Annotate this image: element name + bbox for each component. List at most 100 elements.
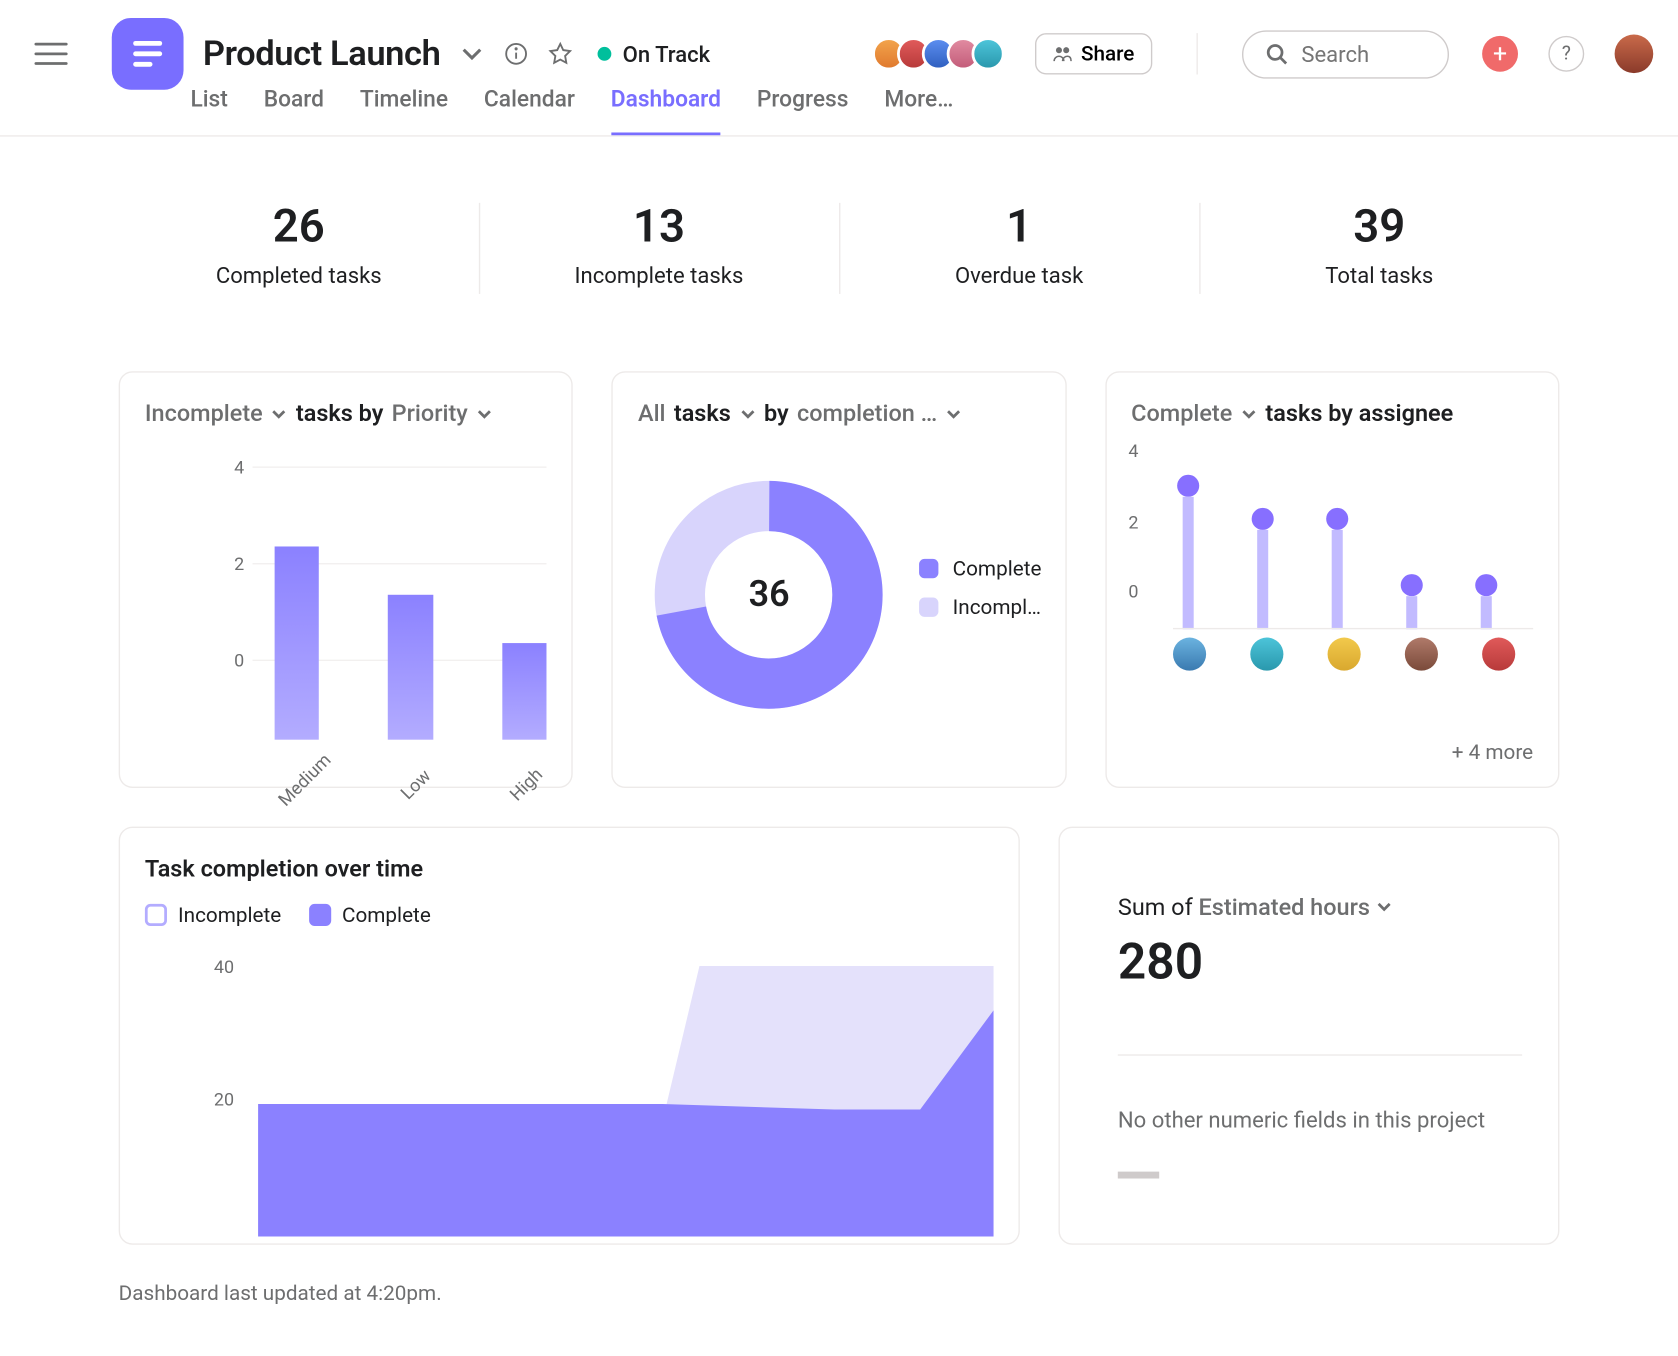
chevron-down-icon[interactable] xyxy=(271,406,288,423)
ytick: 4 xyxy=(1128,442,1138,463)
divider xyxy=(1196,33,1197,74)
filter-dropdown[interactable]: All xyxy=(638,400,666,428)
stat-total[interactable]: 39 Total tasks xyxy=(1199,192,1559,305)
title-text: by xyxy=(764,400,789,428)
stat-label: Completed tasks xyxy=(119,262,479,288)
stat-label: Incomplete tasks xyxy=(479,262,839,288)
avatar xyxy=(1404,638,1437,671)
placeholder-dash-icon xyxy=(1118,1172,1159,1179)
stat-label: Total tasks xyxy=(1199,262,1559,288)
divider xyxy=(1118,1054,1522,1055)
xtick: Low xyxy=(395,763,439,807)
project-members[interactable] xyxy=(873,37,1005,70)
stat-incomplete[interactable]: 13 Incomplete tasks xyxy=(479,192,839,305)
info-icon[interactable] xyxy=(504,41,529,66)
donut-legend: Complete Incompl… xyxy=(920,556,1042,633)
legend-label: Incomplete xyxy=(178,903,281,928)
status-label: On Track xyxy=(623,41,711,67)
tab-list[interactable]: List xyxy=(190,76,227,135)
chevron-down-icon[interactable] xyxy=(1241,406,1258,423)
chevron-down-icon[interactable] xyxy=(476,406,493,423)
card-title: Task completion over time xyxy=(145,856,423,884)
stat-value: 13 xyxy=(479,200,839,254)
priority-bar-chart: 4 2 0 Medium Low High xyxy=(253,466,547,739)
search-icon xyxy=(1265,43,1287,65)
filter-dropdown[interactable]: Incomplete xyxy=(145,400,263,428)
stat-label: Overdue task xyxy=(839,262,1199,288)
card-assignee[interactable]: Complete tasks by assignee 4 2 0 xyxy=(1105,371,1559,788)
stat-value: 39 xyxy=(1199,200,1559,254)
tab-more[interactable]: More… xyxy=(884,76,953,135)
sum-value: 280 xyxy=(1118,933,1522,991)
search-field[interactable] xyxy=(1301,41,1425,67)
project-icon[interactable] xyxy=(112,18,184,90)
hamburger-menu-icon[interactable] xyxy=(35,37,68,70)
legend-swatch xyxy=(145,904,167,926)
xtick: Medium xyxy=(275,759,327,811)
avatar xyxy=(1173,638,1206,671)
help-button[interactable]: ? xyxy=(1548,36,1584,72)
sum-field-dropdown[interactable]: Estimated hours xyxy=(1199,894,1370,922)
bar xyxy=(275,546,320,739)
tab-board[interactable]: Board xyxy=(264,76,324,135)
sum-empty-text: No other numeric fields in this project xyxy=(1118,1105,1522,1136)
share-button[interactable]: Share xyxy=(1035,33,1152,74)
tab-calendar[interactable]: Calendar xyxy=(484,76,575,135)
title-text: tasks by assignee xyxy=(1265,400,1453,428)
sum-prefix: Sum of xyxy=(1118,894,1193,922)
project-status[interactable]: On Track xyxy=(598,41,710,67)
stat-completed[interactable]: 26 Completed tasks xyxy=(119,192,479,305)
dashboard-updated-note: Dashboard last updated at 4:20pm. xyxy=(119,1281,1560,1306)
legend-swatch xyxy=(920,559,939,578)
bar xyxy=(388,595,433,740)
current-user-avatar[interactable] xyxy=(1615,35,1654,74)
legend-label: Complete xyxy=(342,903,431,928)
avatar xyxy=(1327,638,1360,671)
chevron-down-icon[interactable] xyxy=(1376,898,1393,915)
star-icon[interactable] xyxy=(548,41,573,66)
assignee-avatars xyxy=(1173,638,1515,671)
people-icon xyxy=(1053,44,1072,63)
stats-row: 26 Completed tasks 13 Incomplete tasks 1… xyxy=(119,192,1560,305)
ytick: 40 xyxy=(214,958,234,979)
ytick: 2 xyxy=(1128,513,1138,534)
dimension-dropdown[interactable]: Priority xyxy=(392,400,468,428)
add-button[interactable]: + xyxy=(1482,36,1518,72)
project-title: Product Launch xyxy=(203,34,441,74)
chevron-down-icon[interactable] xyxy=(946,406,963,423)
bar xyxy=(502,643,547,740)
title-text: tasks xyxy=(674,400,731,428)
donut-total: 36 xyxy=(652,477,887,712)
dimension-dropdown[interactable]: completion … xyxy=(797,400,937,428)
filter-dropdown[interactable]: Complete xyxy=(1131,400,1232,428)
avatar xyxy=(1250,638,1283,671)
ytick: 2 xyxy=(228,555,245,576)
ytick: 4 xyxy=(228,458,245,479)
card-sum-hours[interactable]: Sum of Estimated hours 280 No other nume… xyxy=(1059,827,1560,1245)
avatar xyxy=(1482,638,1515,671)
tab-progress[interactable]: Progress xyxy=(757,76,849,135)
chevron-down-icon[interactable] xyxy=(739,406,756,423)
legend-swatch xyxy=(920,598,939,617)
area-legend: Incomplete Complete xyxy=(145,903,994,928)
status-dot-icon xyxy=(598,47,612,61)
legend-label: Incompl… xyxy=(953,595,1041,620)
card-priority-bar[interactable]: Incomplete tasks by Priority 4 2 0 xyxy=(119,371,573,788)
legend-swatch xyxy=(309,904,331,926)
project-tabs: List Board Timeline Calendar Dashboard P… xyxy=(190,76,1678,135)
card-task-completion-time[interactable]: Task completion over time Incomplete Com… xyxy=(119,827,1020,1245)
title-text: tasks by xyxy=(296,400,384,428)
more-assignees-link[interactable]: + 4 more xyxy=(1452,740,1533,765)
legend-label: Complete xyxy=(953,556,1042,581)
tab-timeline[interactable]: Timeline xyxy=(360,76,448,135)
avatar xyxy=(972,37,1005,70)
ytick: 0 xyxy=(228,651,245,672)
ytick: 0 xyxy=(1128,582,1138,603)
area-chart: 40 20 xyxy=(258,966,994,1243)
stat-overdue[interactable]: 1 Overdue task xyxy=(839,192,1199,305)
tab-dashboard[interactable]: Dashboard xyxy=(611,76,721,135)
project-menu-chevron-icon[interactable] xyxy=(460,41,485,66)
stat-value: 26 xyxy=(119,200,479,254)
card-completion-donut[interactable]: All tasks by completion … 36 Complete I xyxy=(612,371,1066,788)
search-input[interactable] xyxy=(1242,30,1449,78)
